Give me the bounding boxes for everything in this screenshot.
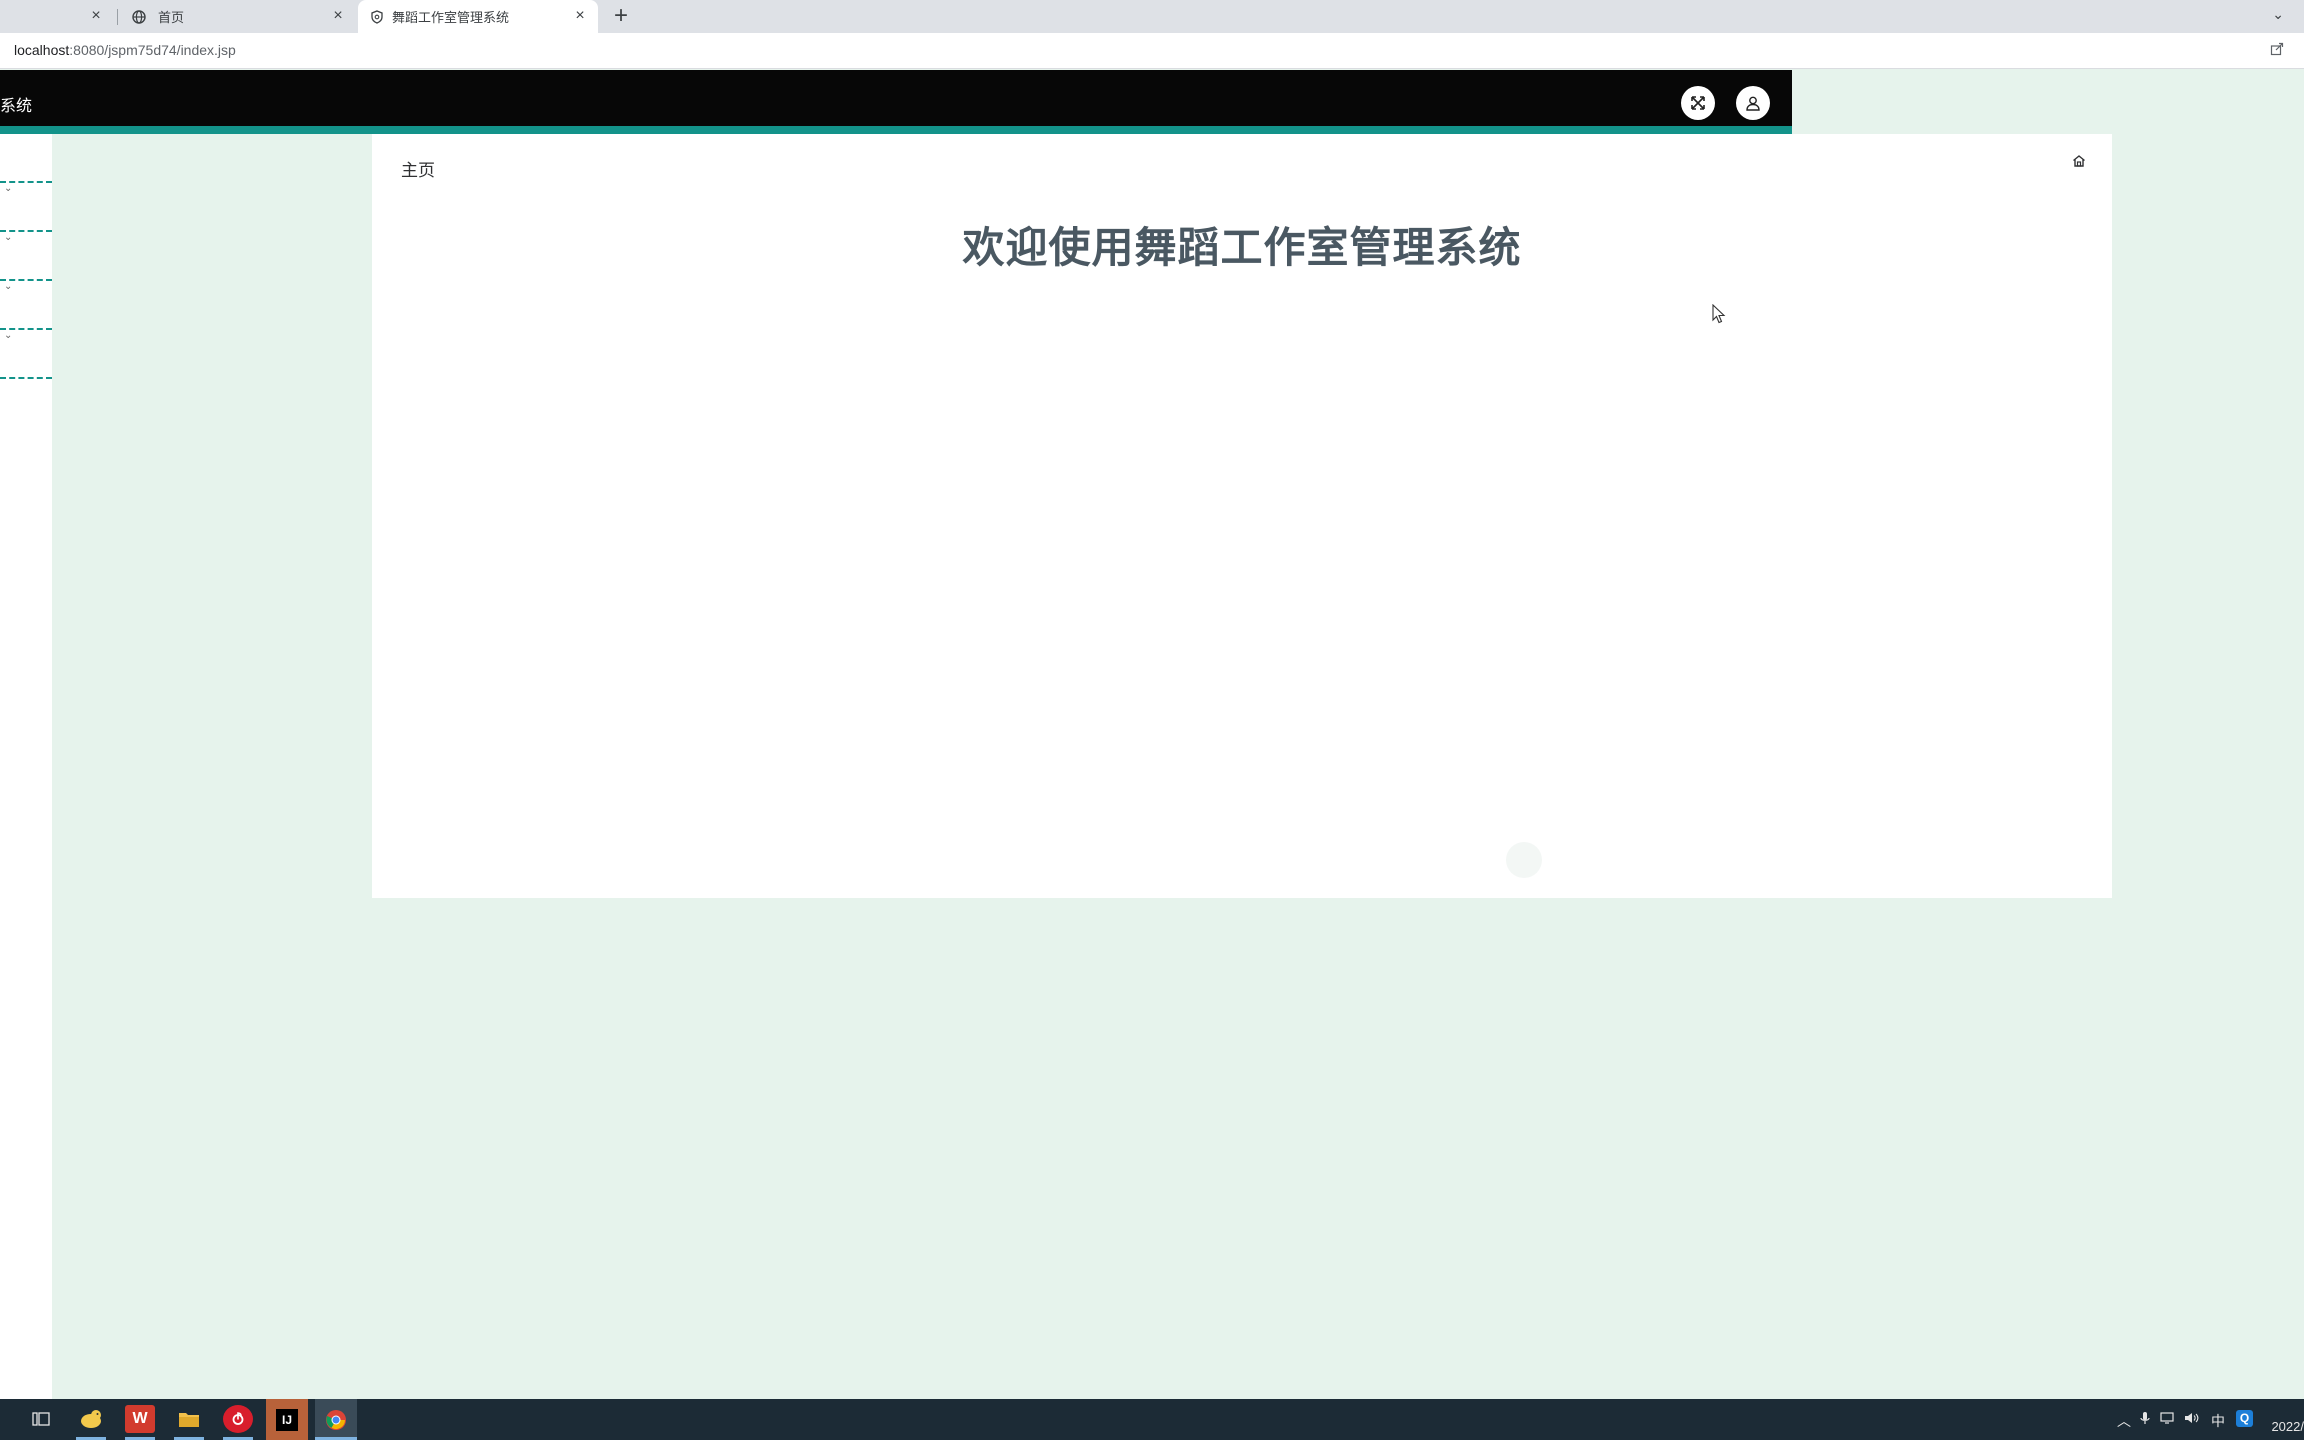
microphone-icon[interactable] [2140, 1411, 2150, 1428]
new-tab-plus-icon[interactable]: + [609, 4, 633, 28]
qq-tray-icon[interactable]: Q [2236, 1409, 2253, 1427]
close-tab-icon[interactable]: × [572, 8, 588, 24]
address-bar[interactable]: localhost:8080/jspm75d74/index.jsp [0, 33, 2304, 69]
user-menu-button[interactable] [1736, 86, 1770, 120]
sidebar: ⌄ ⌄ ⌄ ⌄ [0, 134, 52, 1399]
url-host: localhost [14, 42, 70, 58]
wps-office-icon[interactable]: W [125, 1405, 155, 1433]
fullscreen-icon [1690, 95, 1706, 111]
task-view-icon[interactable] [26, 1405, 56, 1433]
mouse-cursor-icon [1712, 303, 1726, 329]
intellij-idea-icon[interactable]: IJ [266, 1399, 308, 1440]
os-taskbar: W IJ ︿ 中 Q 2022/ [0, 1399, 2304, 1440]
welcome-heading: 欢迎使用舞蹈工作室管理系统 [962, 224, 1522, 271]
network-icon[interactable] [2160, 1411, 2176, 1428]
file-explorer-icon[interactable] [174, 1405, 204, 1433]
sidebar-item[interactable]: ⌄ [0, 330, 52, 379]
user-icon [1745, 95, 1761, 111]
tab-divider [117, 9, 118, 25]
chevron-down-icon: ⌄ [4, 330, 13, 341]
ime-indicator[interactable]: 中 [2211, 1411, 2225, 1431]
tray-expand-chevron-icon[interactable]: ︿ [2117, 1411, 2131, 1431]
app-header: 系统 [0, 70, 1792, 126]
header-accent-bar [0, 126, 1792, 134]
tab-title: 首页 [158, 10, 185, 25]
app-title: 系统 [0, 98, 33, 115]
sidebar-item[interactable]: ⌄ [0, 183, 52, 232]
home-icon[interactable] [2072, 154, 2086, 173]
tab-title: 舞蹈工作室管理系统 [392, 10, 510, 25]
close-tab-icon[interactable]: × [88, 8, 104, 24]
browser-tab-bar: × 首页 × 舞蹈工作室管理系统 × + ⌄ [0, 0, 2304, 33]
share-icon[interactable] [2270, 42, 2284, 60]
chevron-down-icon: ⌄ [4, 183, 13, 194]
app-duck-icon[interactable] [76, 1405, 106, 1433]
fullscreen-button[interactable] [1681, 86, 1715, 120]
browser-tab-active[interactable]: 舞蹈工作室管理系统 × [358, 0, 598, 33]
chevron-down-icon: ⌄ [4, 232, 13, 243]
volume-icon[interactable] [2184, 1411, 2200, 1428]
sidebar-item[interactable] [0, 134, 52, 183]
breadcrumb[interactable]: 主页 [401, 156, 435, 181]
netease-music-icon[interactable] [223, 1405, 253, 1433]
main-content-panel: 主页 欢迎使用舞蹈工作室管理系统 [372, 134, 2112, 898]
sidebar-item[interactable]: ⌄ [0, 232, 52, 281]
site-shield-icon [370, 9, 384, 24]
sidebar-divider [0, 377, 52, 379]
url-path: :8080/jspm75d74/index.jsp [69, 42, 236, 58]
sidebar-item[interactable]: ⌄ [0, 281, 52, 330]
close-tab-icon[interactable]: × [330, 8, 346, 24]
globe-icon [132, 9, 146, 24]
url-text[interactable]: localhost:8080/jspm75d74/index.jsp [14, 42, 236, 58]
browser-tab[interactable]: × [0, 0, 114, 33]
browser-tab[interactable]: 首页 × [120, 0, 356, 33]
chrome-icon[interactable] [315, 1399, 357, 1440]
taskbar-clock[interactable]: 2022/ [2271, 1419, 2304, 1434]
loading-spinner-icon [1506, 842, 1542, 878]
tab-search-chevron-icon[interactable]: ⌄ [2272, 6, 2284, 23]
chevron-down-icon: ⌄ [4, 281, 13, 292]
